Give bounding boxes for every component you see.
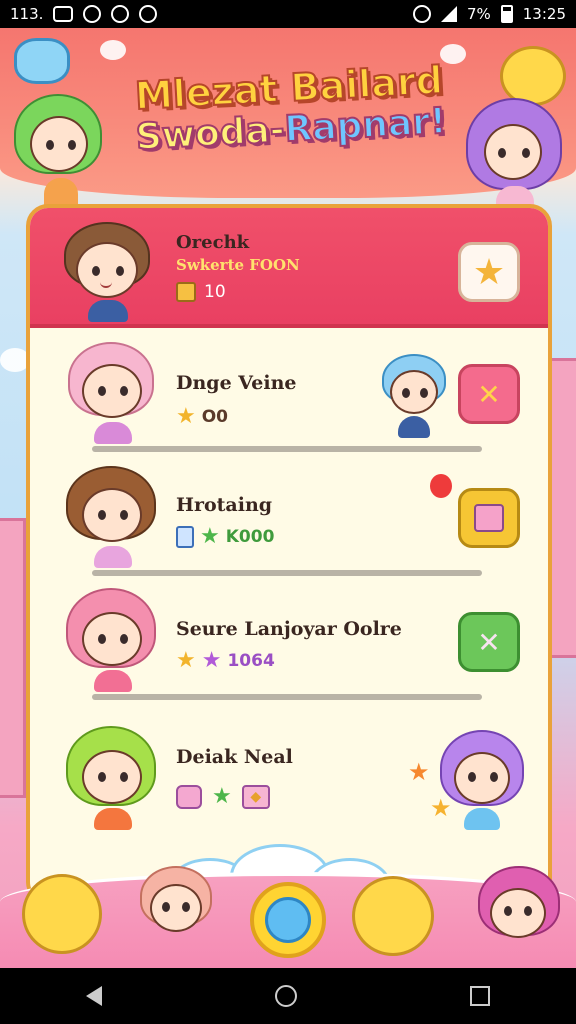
cloud-mascot xyxy=(14,38,70,84)
star-icon: ★ xyxy=(176,648,196,673)
game-scene: Mlezat Bailard Swoda-Rapnar! Orechk Swke… xyxy=(0,28,576,968)
row-progress-bar xyxy=(92,446,482,452)
green-hair-character xyxy=(8,94,108,210)
bubble-icon xyxy=(265,897,311,943)
cloud-decoration xyxy=(100,40,126,60)
player-avatar[interactable] xyxy=(60,222,156,322)
signal-icon xyxy=(440,6,457,22)
favorite-button[interactable]: ★ xyxy=(458,242,520,302)
coin-icon xyxy=(176,282,196,302)
row-name: Deiak Neal xyxy=(176,746,293,768)
row-progress-fill xyxy=(92,570,482,576)
battery-icon xyxy=(500,5,513,23)
row-name: Dnge Veine xyxy=(176,372,297,394)
list-item[interactable]: Seure Lanjoyar Oolre ★ ★ 1064 ✕ xyxy=(30,582,548,706)
glasses-girl-avatar xyxy=(66,342,158,444)
star-icon: ★ xyxy=(212,784,232,809)
row-stat-value: O0 xyxy=(201,406,229,427)
recent-apps-icon[interactable] xyxy=(469,986,490,1006)
star-icon: ★ xyxy=(472,251,506,293)
title-line2-part1: Swoda- xyxy=(134,108,287,159)
system-nav-bar xyxy=(0,968,576,1024)
tools-icon: ✕ xyxy=(477,625,501,659)
yellow-chick-mascot[interactable] xyxy=(352,876,434,956)
card-icon xyxy=(176,525,194,548)
book-button[interactable] xyxy=(458,488,520,548)
row-stats: ★ O0 xyxy=(176,404,228,429)
row-stat-value: 1064 xyxy=(227,650,275,671)
status-left-text: 113. xyxy=(10,5,44,23)
status-bar: 113. 7% 13:25 xyxy=(0,0,576,28)
row-name: Hrotaing xyxy=(176,494,273,516)
yellow-blob-mascot[interactable] xyxy=(22,874,102,954)
row-name: Seure Lanjoyar Oolre xyxy=(176,618,402,640)
row-stats: ★ ★ 1064 xyxy=(176,648,275,673)
status-right: 7% 13:25 xyxy=(412,5,566,23)
player-header: Orechk Swkerte FOON 10 ★ xyxy=(30,208,548,328)
row-progress-bar xyxy=(92,570,482,576)
yellow-bear-mascot xyxy=(500,46,566,106)
home-icon[interactable] xyxy=(274,985,297,1007)
magenta-hair-character[interactable] xyxy=(474,866,564,966)
balloon-decoration xyxy=(430,474,452,498)
lime-hair-girl-avatar xyxy=(62,726,162,830)
gem-icon: ◆ xyxy=(241,784,270,809)
notification-icon xyxy=(111,5,130,23)
title-line2-part2: Rapnar! xyxy=(283,100,449,151)
star-icon: ★ xyxy=(201,648,222,673)
tools-button[interactable]: ✕ xyxy=(458,612,520,672)
peach-hair-character[interactable] xyxy=(136,866,216,962)
row-progress-fill xyxy=(92,446,482,452)
player-coins: 10 xyxy=(176,282,226,302)
sync-icon xyxy=(139,5,158,23)
list-item[interactable]: Dnge Veine ★ O0 ✕ xyxy=(30,334,548,458)
row-stat-value: K000 xyxy=(225,526,275,547)
back-icon[interactable] xyxy=(86,986,103,1006)
building-decoration xyxy=(548,358,576,658)
cancel-icon: ✕ xyxy=(477,377,501,411)
brown-hair-girl-avatar xyxy=(64,466,160,568)
building-decoration xyxy=(0,518,26,798)
row-progress-fill xyxy=(92,694,482,700)
game-title: Mlezat Bailard Swoda-Rapnar! xyxy=(118,57,462,159)
clock: 13:25 xyxy=(522,5,566,23)
character-list-panel: Orechk Swkerte FOON 10 ★ Dnge Veine ★ O0… xyxy=(26,204,552,904)
row-stats: ★ K000 xyxy=(176,524,274,549)
image-icon xyxy=(53,6,74,22)
blue-hair-boy-avatar xyxy=(378,354,450,438)
row-stats: ★ ◆ xyxy=(176,784,270,809)
list-item[interactable]: Deiak Neal ★ ◆ ★ ★ xyxy=(30,708,548,832)
row-progress-bar xyxy=(92,694,482,700)
purple-hair-character xyxy=(462,98,566,218)
cancel-button[interactable]: ✕ xyxy=(458,364,520,424)
shield-icon xyxy=(83,5,102,23)
player-subtitle: Swkerte FOON xyxy=(176,256,300,274)
star-decoration: ★ xyxy=(430,794,452,822)
player-coin-count: 10 xyxy=(204,282,226,302)
list-item[interactable]: Hrotaing ★ K000 xyxy=(30,458,548,582)
alarm-icon xyxy=(412,5,431,23)
pink-hair-girl-avatar xyxy=(64,588,160,692)
star-icon: ★ xyxy=(200,524,220,549)
home-button[interactable] xyxy=(250,882,326,958)
book-icon xyxy=(474,504,504,532)
player-name: Orechk xyxy=(176,232,250,253)
status-left: 113. xyxy=(10,5,158,23)
star-decoration: ★ xyxy=(408,758,430,786)
star-icon: ★ xyxy=(176,404,196,429)
bag-icon xyxy=(176,784,202,809)
signal-text: 7% xyxy=(466,5,491,23)
